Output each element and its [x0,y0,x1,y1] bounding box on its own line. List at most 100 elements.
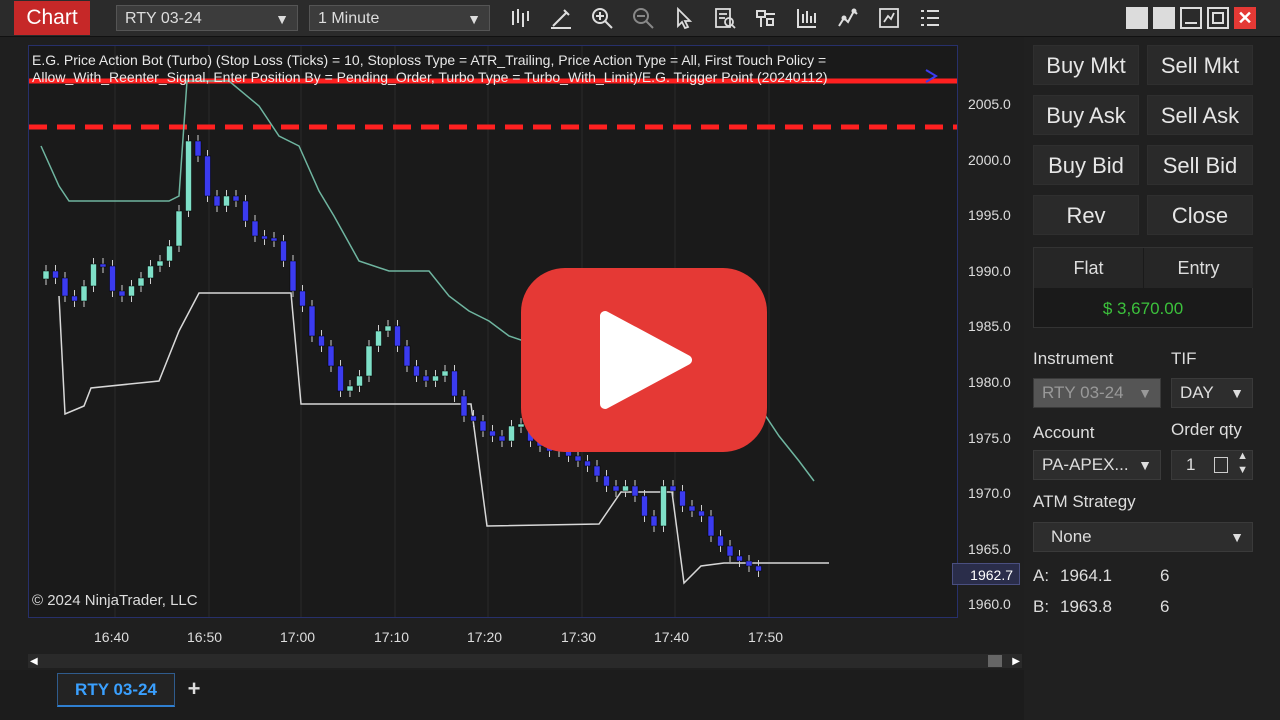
last-price-marker: 1962.7 [952,563,1020,585]
candle-body [717,535,724,547]
buy-ask-button[interactable]: Buy Ask [1033,95,1139,135]
candle-body [42,270,50,280]
sell-market-button[interactable]: Sell Mkt [1147,45,1253,85]
candle-body [289,260,297,292]
chevron-down-icon: ▼ [275,11,289,27]
chevron-down-icon: ▼ [1230,529,1244,545]
zoom-out-icon[interactable] [631,6,657,30]
candle-body [375,330,382,347]
y-tick: 2000.0 [968,152,1011,168]
order-qty-label: Order qty [1171,420,1242,439]
candle-body [308,305,316,337]
order-qty-stepper[interactable]: 1 ▲ ▼ [1171,450,1253,480]
candle-body [137,277,145,287]
candle-body [90,263,97,287]
scroll-thumb[interactable] [988,655,1002,667]
candle-body [156,260,164,267]
scroll-right-icon[interactable]: ▶ [1012,656,1020,667]
atm-strategy-select[interactable]: None ▼ [1033,522,1253,552]
position-status: Flat [1034,248,1143,288]
candle-body [641,495,648,517]
chart-scrollbar[interactable]: ◀ ▶ [28,654,1022,668]
candle-body [128,285,135,297]
y-tick: 1960.0 [968,596,1011,612]
strategies-icon[interactable] [795,6,821,30]
candle-body [109,265,116,292]
templates-icon[interactable] [877,6,903,30]
account-select[interactable]: PA-APEX... ▼ [1033,450,1161,480]
maximize-icon[interactable] [1207,7,1229,29]
reverse-button[interactable]: Rev [1033,195,1139,235]
candle-body [726,545,734,557]
zoom-in-icon[interactable] [590,6,616,30]
x-tick: 17:50 [748,629,784,645]
candle-body [460,395,468,417]
x-tick: 16:40 [94,629,130,645]
calculator-icon[interactable] [1214,457,1228,473]
sell-ask-button[interactable]: Sell Ask [1147,95,1253,135]
candle-body [422,375,430,382]
candle-body [327,345,335,367]
spin-up-icon[interactable]: ▲ [1237,449,1248,463]
window-tile-icon[interactable] [1153,7,1175,29]
spin-down-icon[interactable]: ▼ [1237,463,1248,477]
candle-body [223,195,230,207]
chevron-down-icon: ▼ [467,11,481,27]
candle-body [80,285,88,302]
x-tick: 17:00 [280,629,316,645]
draw-pencil-icon[interactable] [549,6,575,30]
play-icon [600,311,692,409]
candle-body [365,345,373,377]
close-position-button[interactable]: Close [1147,195,1253,235]
add-tab-button[interactable]: + [183,677,205,701]
candle-body [52,270,59,279]
bid-label: B: [1033,597,1050,616]
candle-body [498,435,506,442]
properties-list-icon[interactable] [918,6,944,30]
strategy-label: E.G. Price Action Bot (Turbo) (Stop Loss… [32,52,828,85]
tab-rty-03-24[interactable]: RTY 03-24 [57,673,175,707]
instrument-label: Instrument [1033,349,1114,368]
window-tile-icon[interactable] [1126,7,1148,29]
candle-body [679,490,686,507]
account-label: Account [1033,423,1095,442]
y-tick: 1980.0 [968,374,1011,390]
candle-body [593,465,601,477]
tif-select[interactable]: DAY ▼ [1171,378,1253,408]
bid-price: 1963.8 [1060,597,1112,616]
chart-window-tab[interactable]: Chart [14,1,90,35]
atm-strategy-label: ATM Strategy [1033,492,1136,511]
video-play-button[interactable] [521,268,767,452]
chevron-down-icon: ▼ [1230,385,1244,401]
chart-style-icon[interactable] [836,6,862,30]
y-tick: 1985.0 [968,318,1011,334]
candle-body [242,200,249,222]
cursor-icon[interactable] [672,6,698,30]
buy-market-button[interactable]: Buy Mkt [1033,45,1139,85]
x-tick: 16:50 [187,629,223,645]
bar-type-icon[interactable] [508,6,534,30]
indicators-icon[interactable] [754,6,780,30]
candle-body [185,140,192,212]
candle-body [688,505,696,512]
interval-selector[interactable]: 1 Minute ▼ [309,5,490,31]
candle-body [318,335,325,347]
candle-body [470,415,477,422]
interval-selector-value: 1 Minute [318,10,380,27]
data-box-icon[interactable] [713,6,739,30]
x-tick: 17:30 [561,629,597,645]
buy-bid-button[interactable]: Buy Bid [1033,145,1139,185]
candle-body [251,220,259,237]
minimize-icon[interactable] [1180,7,1202,29]
candle-body [432,375,439,382]
instrument-selector-value: RTY 03-24 [125,10,202,27]
instrument-selector[interactable]: RTY 03-24 ▼ [116,5,298,31]
sell-bid-button[interactable]: Sell Bid [1147,145,1253,185]
price-chart[interactable]: E.G. Price Action Bot (Turbo) (Stop Loss… [28,45,958,618]
position-box: Flat Entry $ 3,670.00 [1033,247,1253,328]
ask-label: A: [1033,566,1050,585]
candle-body [660,485,667,527]
close-icon[interactable]: ✕ [1234,7,1256,29]
scroll-left-icon[interactable]: ◀ [30,656,38,667]
candle-body [118,290,126,297]
